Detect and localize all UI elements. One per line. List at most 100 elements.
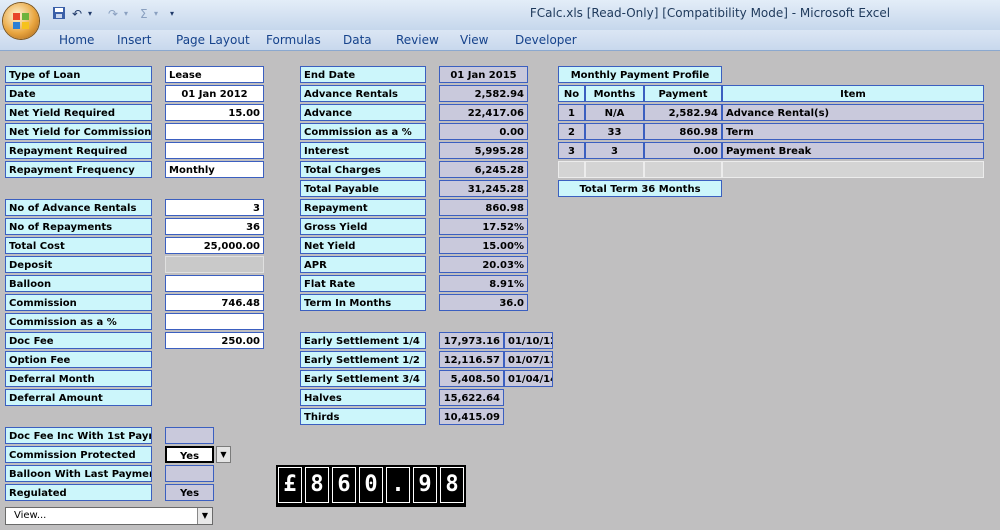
total-charges-value: 6,245.28 xyxy=(439,161,528,178)
term-months-label: Term In Months xyxy=(300,294,426,311)
no-repayments-label: No of Repayments xyxy=(5,218,152,235)
repayment-frequency-label: Repayment Frequency xyxy=(5,161,152,178)
profile-row-months: N/A xyxy=(585,104,644,121)
profile-header-item: Item xyxy=(722,85,984,102)
profile-title: Monthly Payment Profile xyxy=(558,66,722,83)
no-repayments-input[interactable]: 36 xyxy=(165,218,264,235)
net-yield-required-label: Net Yield Required xyxy=(5,104,152,121)
advance-rentals-input[interactable]: 3 xyxy=(165,199,264,216)
balloon-label: Balloon xyxy=(5,275,152,292)
net-yield-required-input[interactable]: 15.00 xyxy=(165,104,264,121)
profile-blank-cell xyxy=(558,161,585,178)
display-digit: £ xyxy=(278,467,302,503)
end-date-value: 01 Jan 2015 xyxy=(439,66,528,83)
dropdown-arrow-icon[interactable]: ▼ xyxy=(197,508,212,524)
repayment-label: Repayment xyxy=(300,199,426,216)
tab-page-layout[interactable]: Page Layout xyxy=(176,32,250,48)
advance-rentals-result-label: Advance Rentals xyxy=(300,85,426,102)
display-digit: 6 xyxy=(332,467,356,503)
display-digit: 8 xyxy=(440,467,464,503)
doc-fee-input[interactable]: 250.00 xyxy=(165,332,264,349)
balloon-last-input[interactable] xyxy=(165,465,214,482)
flat-rate-label: Flat Rate xyxy=(300,275,426,292)
settlement-quarter-label: Early Settlement 1/4 xyxy=(300,332,426,349)
commission-protected-label: Commission Protected xyxy=(5,446,152,463)
net-yield-commission-label: Net Yield for Commission xyxy=(5,123,152,140)
commission-pct-result-label: Commission as a % xyxy=(300,123,426,140)
gross-yield-value: 17.52% xyxy=(439,218,528,235)
type-of-loan-input[interactable]: Lease xyxy=(165,66,264,83)
profile-row-no: 1 xyxy=(558,104,585,121)
view-dropdown[interactable]: View... ▼ xyxy=(5,507,213,525)
total-cost-label: Total Cost xyxy=(5,237,152,254)
tab-home[interactable]: Home xyxy=(59,32,94,48)
tab-developer[interactable]: Developer xyxy=(515,32,577,48)
settlement-three-quarter-date: 01/04/14 xyxy=(504,370,553,387)
total-payable-label: Total Payable xyxy=(300,180,426,197)
flat-rate-value: 8.91% xyxy=(439,275,528,292)
option-fee-label: Option Fee xyxy=(5,351,152,368)
commission-input[interactable]: 746.48 xyxy=(165,294,264,311)
display-digit: 9 xyxy=(413,467,437,503)
settlement-quarter-date: 01/10/12 xyxy=(504,332,553,349)
balloon-input[interactable] xyxy=(165,275,264,292)
commission-protected-select[interactable]: Yes xyxy=(165,446,214,463)
profile-row-item: Payment Break xyxy=(722,142,984,159)
profile-row-no: 2 xyxy=(558,123,585,140)
regulated-input[interactable]: Yes xyxy=(165,484,214,501)
tab-insert[interactable]: Insert xyxy=(117,32,151,48)
profile-blank-cell xyxy=(644,161,722,178)
commission-pct-input[interactable] xyxy=(165,313,264,330)
dropdown-arrow-icon[interactable]: ▼ xyxy=(216,446,231,463)
repayment-required-label: Repayment Required xyxy=(5,142,152,159)
regulated-label: Regulated xyxy=(5,484,152,501)
advance-label: Advance xyxy=(300,104,426,121)
doc-fee-label: Doc Fee xyxy=(5,332,152,349)
halves-label: Halves xyxy=(300,389,426,406)
advance-rentals-label: No of Advance Rentals xyxy=(5,199,152,216)
profile-row-item: Term xyxy=(722,123,984,140)
end-date-label: End Date xyxy=(300,66,426,83)
gross-yield-label: Gross Yield xyxy=(300,218,426,235)
profile-row-payment: 2,582.94 xyxy=(644,104,722,121)
apr-value: 20.03% xyxy=(439,256,528,273)
advance-rentals-result-value: 2,582.94 xyxy=(439,85,528,102)
tab-view[interactable]: View xyxy=(460,32,488,48)
display-digit: . xyxy=(386,467,410,503)
settlement-quarter-value: 17,973.16 xyxy=(439,332,504,349)
halves-value: 15,622.64 xyxy=(439,389,504,406)
commission-label: Commission xyxy=(5,294,152,311)
interest-value: 5,995.28 xyxy=(439,142,528,159)
tab-formulas[interactable]: Formulas xyxy=(266,32,321,48)
commission-pct-result-value: 0.00 xyxy=(439,123,528,140)
total-payable-value: 31,245.28 xyxy=(439,180,528,197)
doc-fee-inc-input[interactable] xyxy=(165,427,214,444)
deposit-input[interactable] xyxy=(165,256,264,273)
date-label: Date xyxy=(5,85,152,102)
commission-pct-label: Commission as a % xyxy=(5,313,152,330)
date-input[interactable]: 01 Jan 2012 xyxy=(165,85,264,102)
tab-review[interactable]: Review xyxy=(396,32,439,48)
deferral-amount-label: Deferral Amount xyxy=(5,389,152,406)
profile-row-payment: 0.00 xyxy=(644,142,722,159)
display-digit: 8 xyxy=(305,467,329,503)
advance-value: 22,417.06 xyxy=(439,104,528,121)
profile-blank-cell xyxy=(722,161,984,178)
display-digit: 0 xyxy=(359,467,383,503)
profile-row-no: 3 xyxy=(558,142,585,159)
office-button[interactable] xyxy=(3,3,39,39)
net-yield-commission-input[interactable] xyxy=(165,123,264,140)
total-cost-input[interactable]: 25,000.00 xyxy=(165,237,264,254)
view-dropdown-value: View... xyxy=(14,510,47,521)
interest-label: Interest xyxy=(300,142,426,159)
apr-label: APR xyxy=(300,256,426,273)
balloon-last-label: Balloon With Last Payment xyxy=(5,465,152,482)
tab-data[interactable]: Data xyxy=(343,32,372,48)
profile-total-term: Total Term 36 Months xyxy=(558,180,722,197)
worksheet[interactable]: Type of Loan Lease Date 01 Jan 2012 Net … xyxy=(0,51,1000,530)
repayment-frequency-input[interactable]: Monthly xyxy=(165,161,264,178)
profile-blank-cell xyxy=(585,161,644,178)
repayment-required-input[interactable] xyxy=(165,142,264,159)
thirds-label: Thirds xyxy=(300,408,426,425)
profile-header-payment: Payment xyxy=(644,85,722,102)
